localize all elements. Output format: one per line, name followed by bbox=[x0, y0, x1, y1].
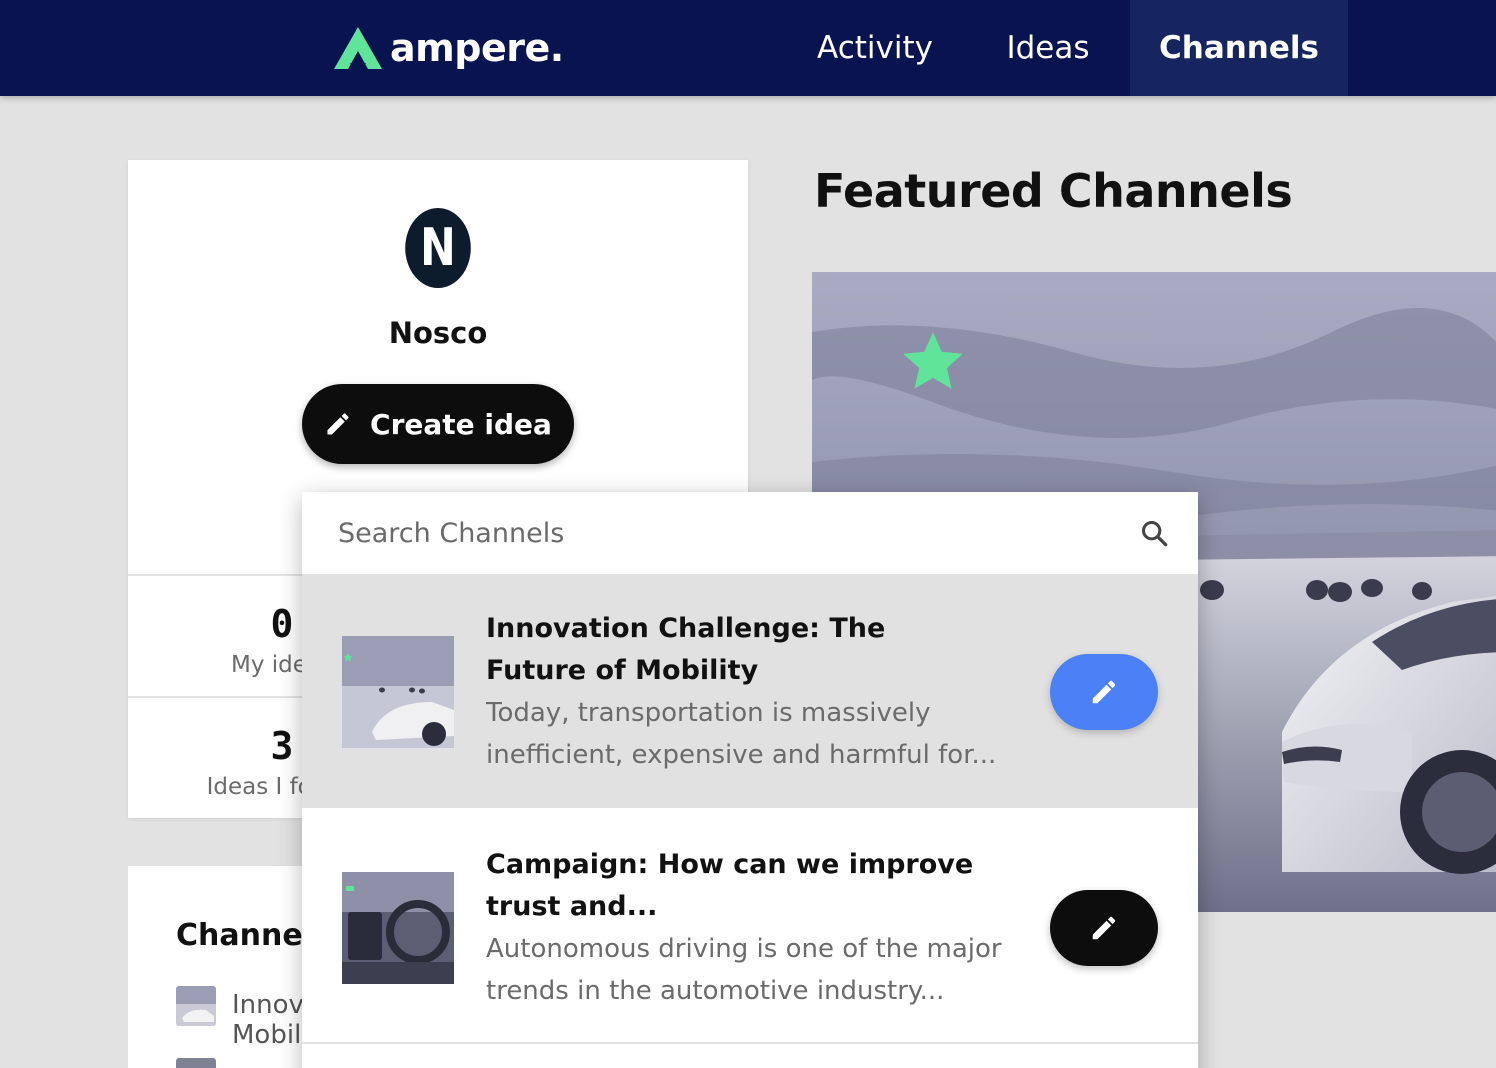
result-title: Campaign: How can we improve trust and..… bbox=[486, 849, 974, 922]
result-title: Innovation Challenge: The Future of Mobi… bbox=[486, 613, 886, 686]
pencil-icon bbox=[1092, 916, 1116, 940]
pencil-icon bbox=[1092, 680, 1116, 704]
create-idea-in-channel-button[interactable] bbox=[1050, 890, 1158, 966]
star-icon bbox=[903, 332, 963, 389]
featured-channels-title: Featured Channels bbox=[814, 164, 1293, 218]
ampere-logo-icon bbox=[334, 27, 382, 69]
logo-text: ampere. bbox=[390, 26, 564, 70]
channel-thumbnail bbox=[176, 986, 216, 1026]
channel-search-dropdown: Innovation Challenge: The Future of Mobi… bbox=[302, 492, 1198, 1068]
search-result-item[interactable]: Innovation Challenge: The Future of Mobi… bbox=[302, 574, 1198, 808]
search-icon[interactable] bbox=[1140, 519, 1168, 547]
search-input[interactable] bbox=[302, 492, 1198, 574]
ampere-logo[interactable]: ampere. bbox=[332, 22, 564, 74]
channel-thumbnail bbox=[342, 636, 454, 748]
profile-name: Nosco bbox=[388, 316, 488, 350]
channel-thumbnail bbox=[176, 1058, 216, 1068]
nav-ideas[interactable]: Ideas bbox=[990, 0, 1106, 96]
nav-activity[interactable]: Activity bbox=[806, 0, 944, 96]
result-description: Autonomous driving is one of the major t… bbox=[486, 934, 1002, 1006]
pencil-icon bbox=[327, 413, 349, 435]
channel-thumbnail bbox=[342, 872, 454, 984]
search-result-item[interactable]: Campaign: How can we improve trust and..… bbox=[302, 810, 1198, 1044]
nav-channels[interactable]: Channels bbox=[1130, 0, 1348, 96]
avatar[interactable]: N bbox=[405, 208, 471, 288]
create-idea-in-channel-button[interactable] bbox=[1050, 654, 1158, 730]
create-idea-label: Create idea bbox=[370, 407, 552, 441]
divider bbox=[302, 1042, 1198, 1044]
result-description: Today, transportation is massively ineff… bbox=[486, 698, 997, 770]
create-idea-button[interactable]: Create idea bbox=[302, 384, 574, 464]
top-navigation-bar: ampere. Activity Ideas Channels bbox=[0, 0, 1496, 96]
